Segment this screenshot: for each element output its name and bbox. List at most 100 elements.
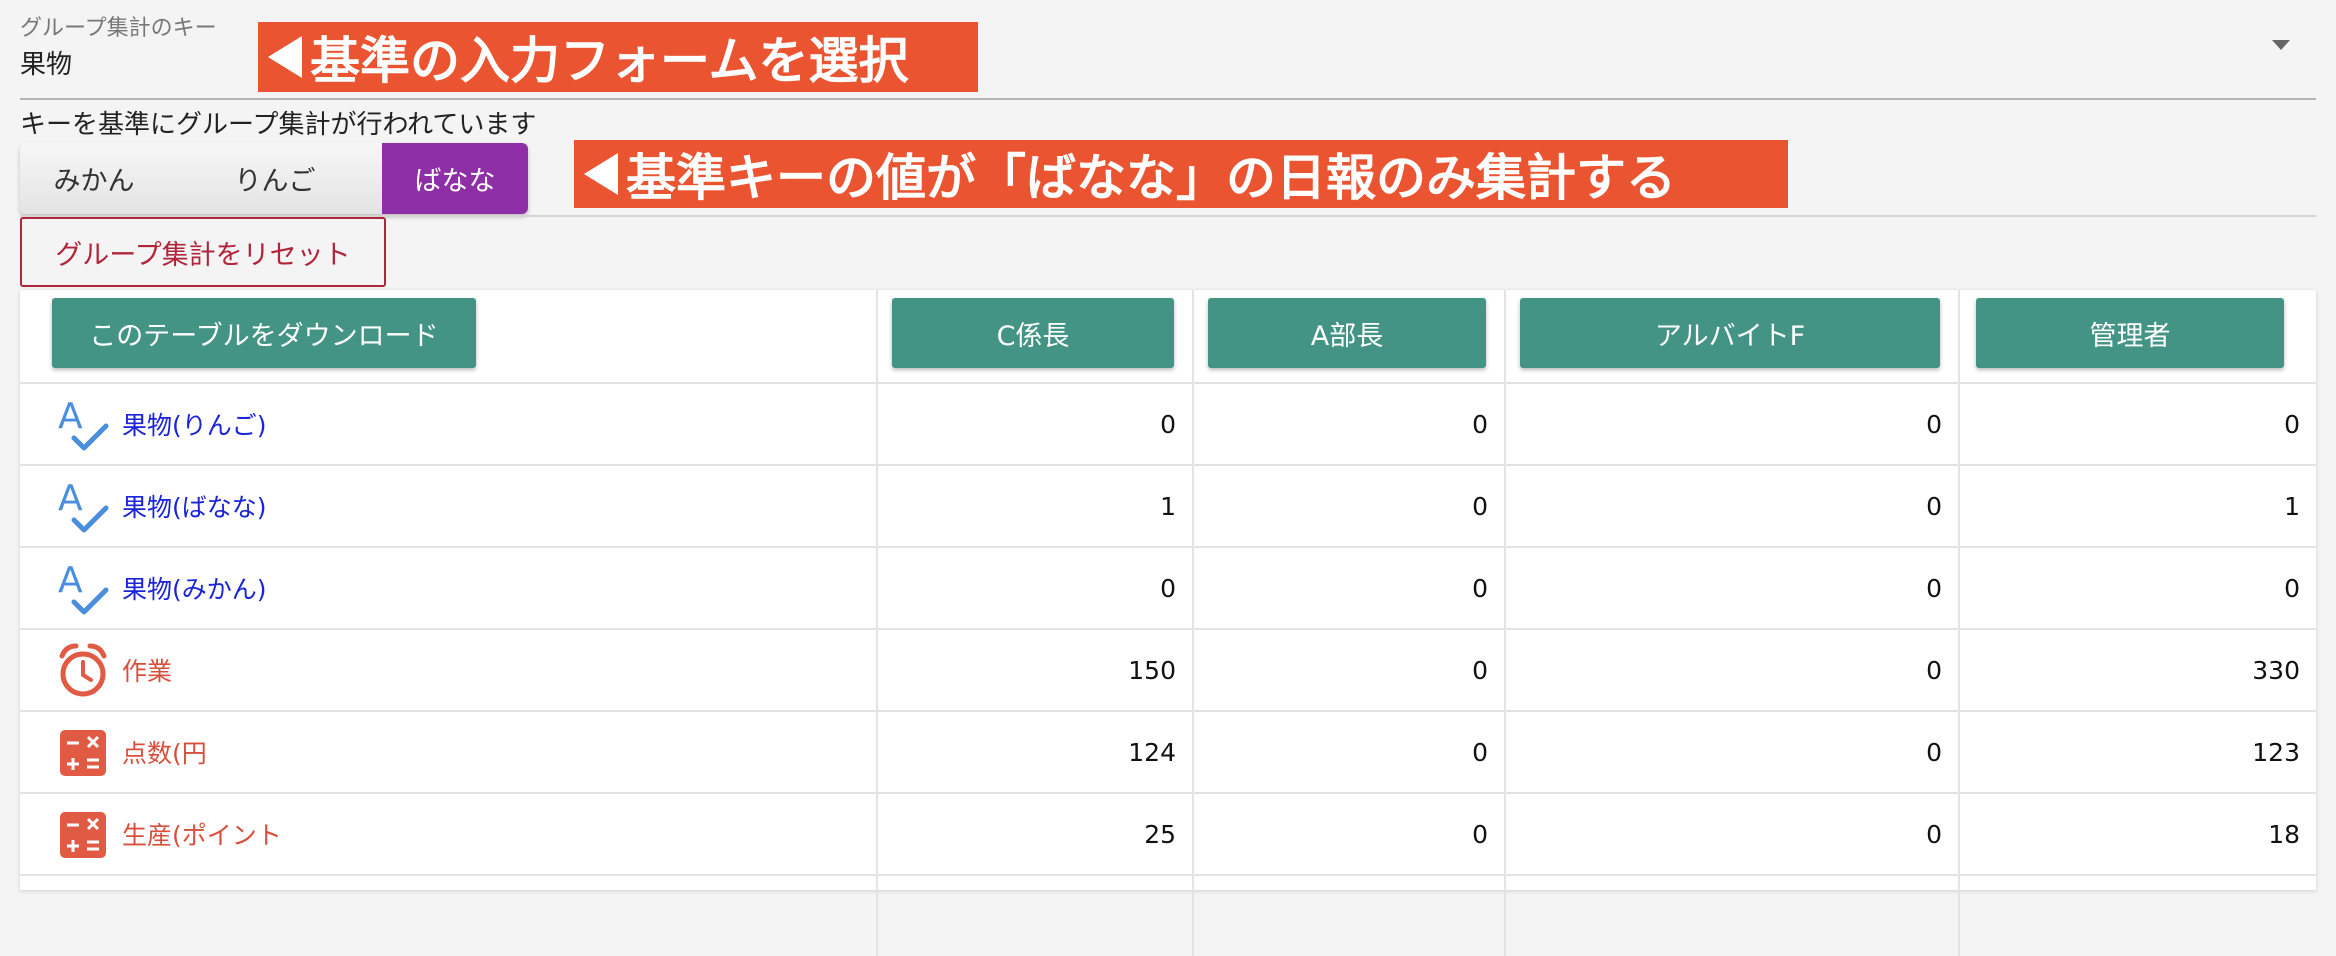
row-label-cell: 作業 — [20, 630, 876, 710]
cell-value: 123 — [2252, 737, 2300, 767]
toggle-banana[interactable]: ばなな — [382, 143, 528, 214]
row-label-cell: 点数(円 — [20, 712, 876, 792]
svg-text:A: A — [58, 478, 83, 519]
cell-value: 0 — [1926, 819, 1942, 849]
table-cell: 0 — [876, 384, 1192, 464]
row-label-link[interactable]: 作業 — [56, 630, 172, 710]
group-hint-text: キーを基準にグループ集計が行われています — [20, 110, 537, 140]
row-label-cell — [20, 876, 876, 956]
cell-value: 0 — [2284, 573, 2300, 603]
column-header-a-bucho[interactable]: A部長 — [1208, 298, 1486, 368]
cell-value: 0 — [2284, 409, 2300, 439]
svg-text:A: A — [58, 396, 83, 437]
row-label-text: 点数(円 — [122, 739, 207, 768]
table-cell: 0 — [1504, 794, 1958, 874]
cell-value: 0 — [1472, 655, 1488, 685]
table-cell — [1192, 876, 1504, 956]
table-cell — [1958, 876, 2316, 956]
cell-value: 0 — [1472, 819, 1488, 849]
row-label-link[interactable]: A 果物(ばなな) — [56, 466, 267, 546]
chevron-down-icon[interactable] — [2272, 40, 2290, 50]
row-label-link[interactable]: A 果物(みかん) — [56, 548, 267, 628]
row-label-text: 果物(みかん) — [122, 575, 267, 604]
table-cell: 330 — [1958, 630, 2316, 710]
table-cell: 0 — [1504, 384, 1958, 464]
toggle-ringo[interactable]: りんご — [168, 143, 382, 214]
table-cell: 0 — [1504, 466, 1958, 546]
table-cell: 0 — [1192, 466, 1504, 546]
table-cell: 0 — [1192, 712, 1504, 792]
header-cell: アルバイトF — [1504, 290, 1958, 382]
table-cell: 1 — [1958, 466, 2316, 546]
column-header-arubaito-f[interactable]: アルバイトF — [1520, 298, 1940, 368]
row-label-link[interactable]: 点数(円 — [56, 712, 207, 792]
table-cell: 0 — [1504, 712, 1958, 792]
annotation-banana-only-text: 基準キーの値が「ばなな」の日報のみ集計する — [626, 149, 1676, 207]
table-cell: 25 — [876, 794, 1192, 874]
row-label-link[interactable]: 生産(ポイント — [56, 794, 282, 874]
table-cell: 0 — [1504, 630, 1958, 710]
table-cell: 18 — [1958, 794, 2316, 874]
table-header-row: このテーブルをダウンロード C係長 A部長 アルバイトF 管理者 — [20, 290, 2316, 382]
cell-value: 0 — [1926, 491, 1942, 521]
table-row — [20, 874, 2316, 956]
cell-value: 0 — [1926, 573, 1942, 603]
group-key-value: 果物 — [20, 50, 73, 80]
alarm-clock-icon — [56, 640, 110, 700]
spellcheck-icon: A — [56, 558, 110, 618]
cell-value: 0 — [1160, 409, 1176, 439]
table-cell: 0 — [1504, 548, 1958, 628]
cell-value: 0 — [1472, 409, 1488, 439]
table-cell: 1 — [876, 466, 1192, 546]
row-label-text: 生産(ポイント — [122, 821, 282, 850]
group-key-caption: グループ集計のキー — [20, 16, 217, 41]
spellcheck-icon: A — [56, 476, 110, 536]
cell-value: 1 — [1160, 491, 1176, 521]
toggle-mikan[interactable]: みかん — [20, 143, 168, 214]
annotation-select-form: 基準の入力フォームを選択 — [258, 22, 978, 92]
cell-value: 1 — [2284, 491, 2300, 521]
row-label-text: 果物(りんご) — [122, 411, 267, 440]
column-header-c-kakaricho[interactable]: C係長 — [892, 298, 1174, 368]
table-cell: 0 — [1958, 548, 2316, 628]
table-row: A 果物(ばなな) 1 0 0 1 — [20, 464, 2316, 546]
table-cell — [876, 876, 1192, 956]
download-table-button[interactable]: このテーブルをダウンロード — [52, 298, 476, 368]
header-cell: 管理者 — [1958, 290, 2316, 382]
cell-value: 0 — [1926, 409, 1942, 439]
table-cell: 0 — [1192, 548, 1504, 628]
row-label-cell: A 果物(りんご) — [20, 384, 876, 464]
cell-value: 0 — [1926, 737, 1942, 767]
reset-group-button[interactable]: グループ集計をリセット — [20, 217, 386, 287]
cell-value: 0 — [1160, 573, 1176, 603]
row-label-cell: A 果物(ばなな) — [20, 466, 876, 546]
group-value-toggle: みかん りんご ばなな — [20, 143, 528, 214]
cell-value: 0 — [1926, 655, 1942, 685]
cell-value: 0 — [1472, 573, 1488, 603]
header-cell: A部長 — [1192, 290, 1504, 382]
row-label-cell: 生産(ポイント — [20, 794, 876, 874]
table-row: 生産(ポイント 25 0 0 18 — [20, 792, 2316, 874]
table-cell: 124 — [876, 712, 1192, 792]
cell-value: 330 — [2252, 655, 2300, 685]
table-cell: 150 — [876, 630, 1192, 710]
row-label-text: 果物(ばなな) — [122, 493, 267, 522]
column-header-kanrisha[interactable]: 管理者 — [1976, 298, 2284, 368]
cell-value: 124 — [1128, 737, 1176, 767]
table-cell: 0 — [1958, 384, 2316, 464]
table-cell — [1504, 876, 1958, 956]
table-row: A 果物(りんご) 0 0 0 0 — [20, 382, 2316, 464]
cell-value: 18 — [2268, 819, 2300, 849]
header-cell-label: このテーブルをダウンロード — [20, 290, 876, 382]
table-row: A 果物(みかん) 0 0 0 0 — [20, 546, 2316, 628]
row-label-link[interactable]: A 果物(りんご) — [56, 384, 267, 464]
summary-table: このテーブルをダウンロード C係長 A部長 アルバイトF 管理者 A 果物(りん… — [20, 290, 2316, 956]
table-row: 点数(円 124 0 0 123 — [20, 710, 2316, 792]
table-cell: 0 — [876, 548, 1192, 628]
svg-text:A: A — [58, 560, 83, 601]
cell-value: 25 — [1144, 819, 1176, 849]
cell-value: 0 — [1472, 737, 1488, 767]
annotation-select-form-text: 基準の入力フォームを選択 — [310, 32, 909, 90]
annotation-banana-only: 基準キーの値が「ばなな」の日報のみ集計する — [574, 140, 1788, 208]
calculator-icon — [56, 804, 110, 864]
